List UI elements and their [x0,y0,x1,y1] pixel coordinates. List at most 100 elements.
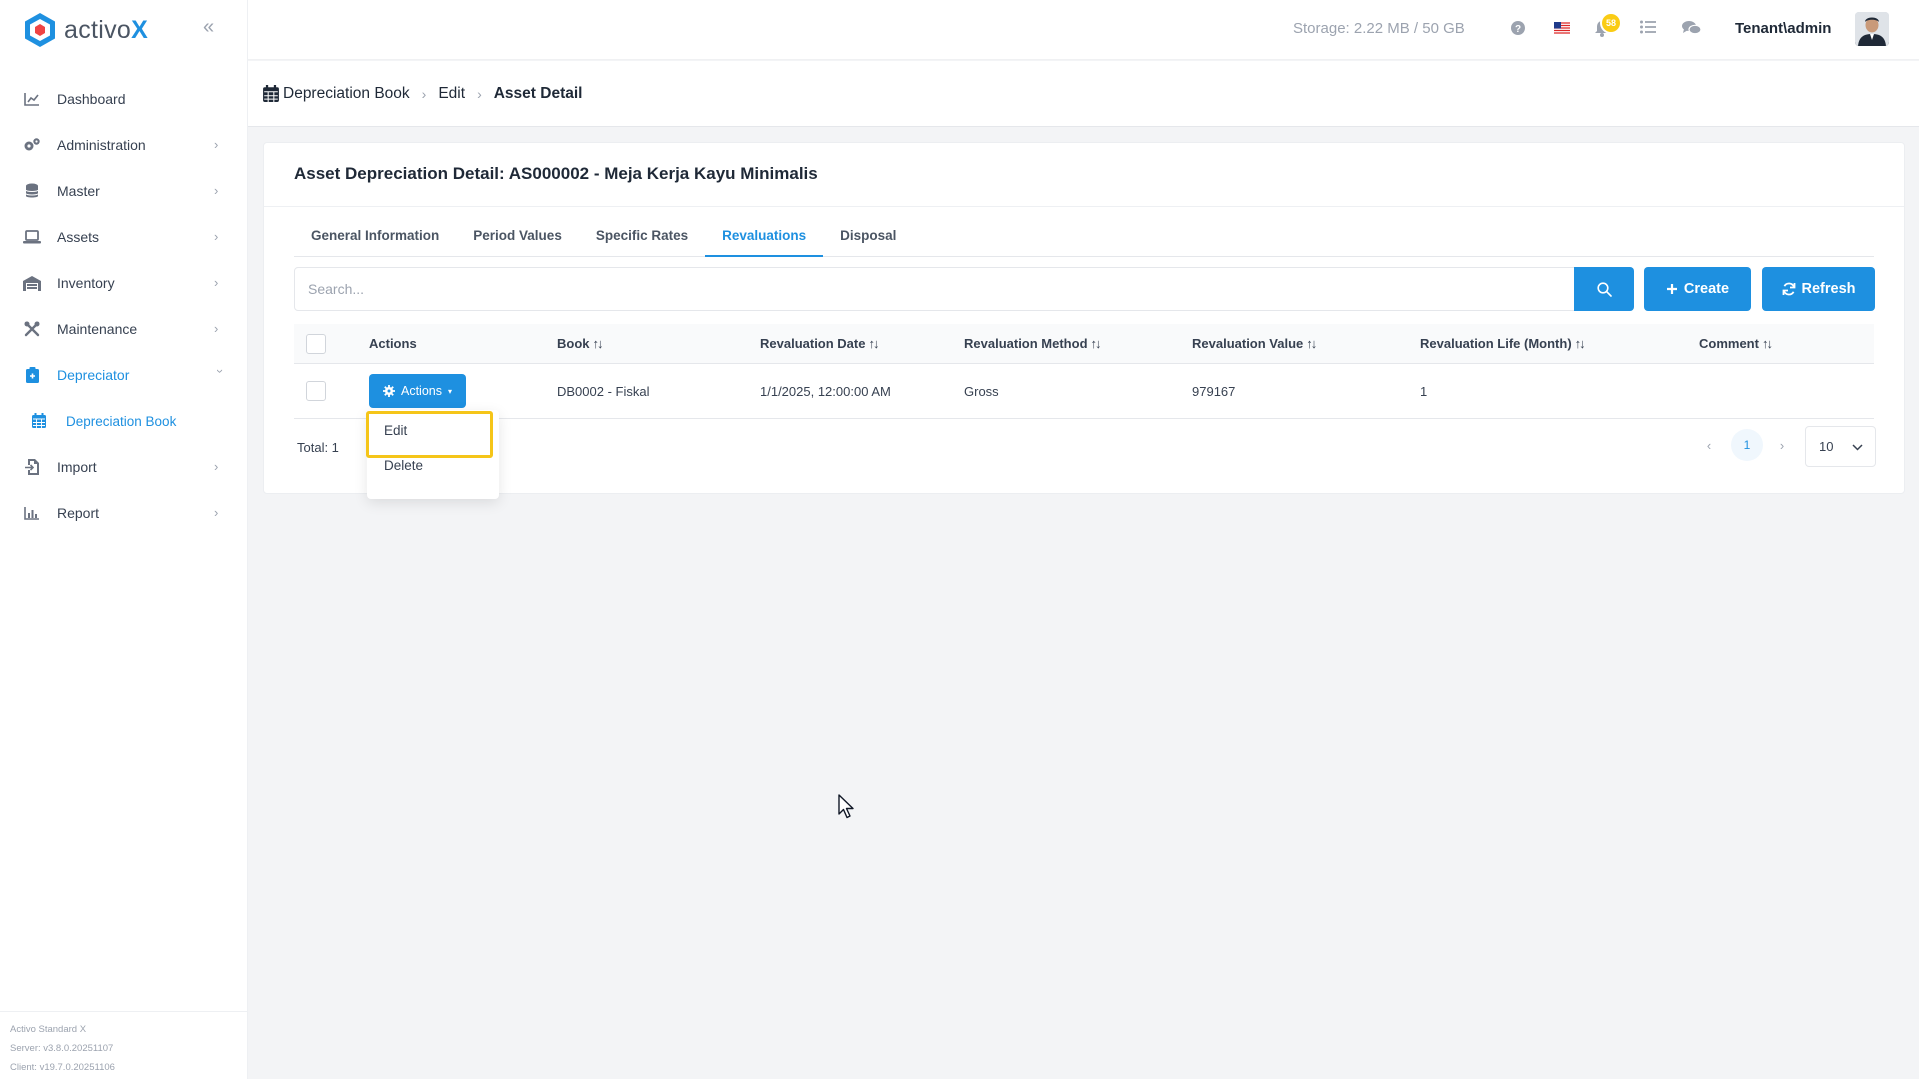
sidebar-item-label: Import [57,459,97,475]
warehouse-icon [22,273,42,293]
version-info: Activo Standard X Server: v3.8.0.2025110… [0,1011,248,1079]
user-name[interactable]: Tenant\admin [1735,20,1831,37]
sidebar-item-label: Dashboard [57,91,126,107]
logo[interactable]: activoX [22,10,148,50]
clipboard-icon [22,365,42,385]
avatar[interactable] [1855,12,1889,46]
sidebar-item-label: Report [57,505,100,521]
row-checkbox[interactable] [306,381,326,401]
sidebar-item-report[interactable]: Report › [0,490,248,536]
sidebar-nav: Dashboard Administration › Master › Asse… [0,76,248,536]
sidebar: activoX « Dashboard Administration › Mas… [0,0,248,1079]
column-header-actions: Actions [369,324,417,363]
sidebar-item-assets[interactable]: Assets › [0,214,248,260]
search-input[interactable] [294,267,1575,311]
asset-detail-card: Asset Depreciation Detail: AS000002 - Me… [263,142,1905,494]
chevron-right-icon: › [214,459,219,474]
sidebar-item-dashboard[interactable]: Dashboard [0,76,248,122]
page-size-select[interactable]: 10 [1805,426,1876,467]
client-version: Client: v19.7.0.20251106 [10,1062,115,1073]
topbar: Storage: 2.22 MB / 50 GB ? 58 Tenant\adm… [248,0,1919,60]
tab-general-information[interactable]: General Information [294,221,456,257]
sidebar-item-administration[interactable]: Administration › [0,122,248,168]
breadcrumb-current: Asset Detail [493,84,583,102]
menu-item-edit[interactable]: Edit [367,413,499,447]
create-button[interactable]: Create [1644,267,1751,311]
chevron-down-icon: › [213,369,228,374]
sidebar-item-label: Assets [57,229,100,245]
logo-hexagon-icon [25,13,55,47]
column-label: Revaluation Method [964,336,1088,351]
select-all-checkbox[interactable] [306,333,326,354]
sidebar-item-inventory[interactable]: Inventory › [0,260,248,306]
cell-revaluation-life: 1 [1420,383,1428,399]
tab-period-values[interactable]: Period Values [456,221,579,257]
file-import-icon [22,457,42,477]
gear-icon [383,385,395,397]
create-button-label: Create [1683,281,1730,297]
chart-line-icon [22,89,42,109]
collapse-sidebar-icon[interactable]: « [203,17,223,38]
refresh-button-label: Refresh [1801,281,1856,297]
server-version: Server: v3.8.0.20251107 [10,1043,114,1054]
column-label: Revaluation Date [760,336,866,351]
page-number-current[interactable]: 1 [1731,429,1763,461]
gears-icon [22,135,42,155]
task-list-icon[interactable] [1640,20,1658,38]
sidebar-item-label: Master [57,183,100,199]
row-actions-button[interactable]: Actions ▾ [369,374,467,408]
sidebar-item-master[interactable]: Master › [0,168,248,214]
help-icon[interactable]: ? [1510,20,1528,38]
sidebar-item-maintenance[interactable]: Maintenance › [0,306,248,352]
refresh-icon [1782,282,1795,296]
chat-icon[interactable] [1682,20,1702,38]
tab-revaluations[interactable]: Revaluations [705,221,824,257]
refresh-button[interactable]: Refresh [1762,267,1875,311]
column-label: Comment [1699,336,1759,351]
page-size-value: 10 [1819,439,1834,454]
column-header-revaluation-date[interactable]: Revaluation Date ↑↓ [760,324,879,363]
us-flag-icon[interactable] [1554,20,1572,38]
tab-bar: General Information Period Values Specif… [294,221,1874,257]
select-all-cell [306,324,326,363]
breadcrumb-item-edit[interactable]: Edit [438,85,465,103]
prev-page-icon[interactable]: ‹ [1698,434,1720,456]
column-header-revaluation-method[interactable]: Revaluation Method ↑↓ [964,324,1102,363]
sidebar-subitem-depreciation-book[interactable]: Depreciation Book [0,398,248,444]
sidebar-subitem-label: Depreciation Book [66,413,177,429]
chart-bar-icon [22,503,42,523]
table-header: Actions Book ↑↓ Revaluation Date ↑↓ Revalu… [294,324,1874,364]
column-header-book[interactable]: Book ↑↓ [557,324,604,363]
tools-icon [22,319,42,339]
column-label: Book [557,336,590,351]
tab-disposal[interactable]: Disposal [823,221,913,257]
tab-specific-rates[interactable]: Specific Rates [579,221,705,257]
breadcrumb-item-depreciation-book[interactable]: Depreciation Book [263,85,410,103]
column-label: Actions [369,336,417,351]
next-page-icon[interactable]: › [1771,434,1793,456]
column-header-revaluation-life[interactable]: Revaluation Life (Month) ↑↓ [1420,324,1586,363]
sort-icon: ↑↓ [1306,336,1317,351]
breadcrumb-label: Depreciation Book [283,84,410,102]
svg-text:?: ? [1515,24,1521,35]
cell-revaluation-method: Gross [964,383,999,399]
column-label: Revaluation Value [1192,336,1304,351]
storage-usage: Storage: 2.22 MB / 50 GB [1293,20,1465,37]
chevron-right-icon: › [214,275,219,290]
sidebar-item-label: Maintenance [57,321,138,337]
sidebar-item-depreciator[interactable]: Depreciator › [0,352,248,398]
product-name: Activo Standard X [10,1024,87,1035]
search-button[interactable] [1574,267,1634,311]
chevron-right-icon: › [421,85,427,102]
menu-item-delete[interactable]: Delete [367,448,499,482]
plus-icon [1666,284,1677,294]
column-header-revaluation-value[interactable]: Revaluation Value ↑↓ [1192,324,1317,363]
caret-down-icon: ▾ [448,386,453,396]
sort-icon: ↑↓ [868,336,879,351]
sort-icon: ↑↓ [592,336,604,351]
sidebar-item-import[interactable]: Import › [0,444,248,490]
cell-book: DB0002 - Fiskal [557,383,650,399]
divider [264,206,1904,207]
sort-icon: ↑↓ [1090,336,1102,351]
column-header-comment[interactable]: Comment ↑↓ [1699,324,1773,363]
